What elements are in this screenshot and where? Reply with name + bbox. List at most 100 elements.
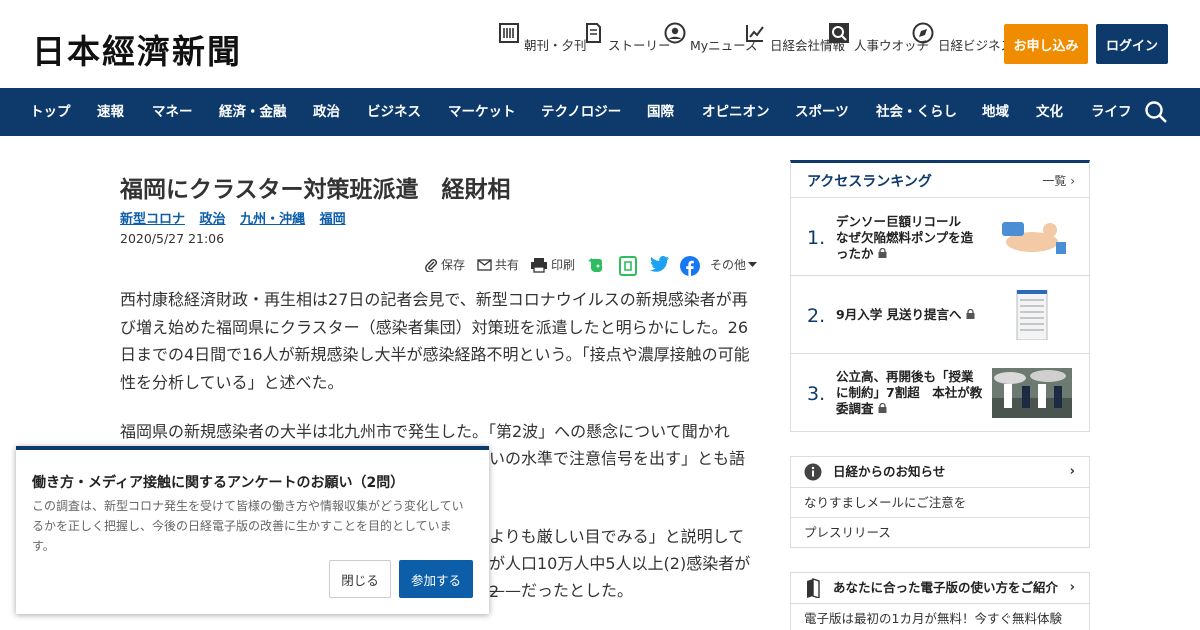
tag-link[interactable]: 政治 — [200, 212, 226, 227]
article-paragraph-fragment: ——だったとした。 — [489, 577, 759, 605]
print-icon — [531, 257, 547, 273]
share-button[interactable]: 共有 — [477, 256, 519, 273]
rank-title: 9月入学 見送り提言へ — [836, 307, 984, 323]
caret-down-icon — [748, 261, 758, 267]
ranking-heading: アクセスランキング — [807, 174, 932, 190]
lock-icon — [878, 247, 887, 258]
ranking-item[interactable]: 2. 9月入学 見送り提言へ — [791, 275, 1089, 353]
compass-icon — [912, 22, 934, 44]
login-button[interactable]: ログイン — [1096, 24, 1168, 64]
notice-link[interactable]: プレスリリース — [791, 517, 1089, 547]
notices-heading[interactable]: 日経からのお知らせ › — [791, 457, 1089, 487]
tag-link[interactable]: 新型コロナ — [120, 212, 185, 227]
nav-item-culture[interactable]: 文化 — [1036, 88, 1063, 136]
save-button[interactable]: 保存 — [424, 256, 465, 273]
nav-item-economy[interactable]: 経済・金融 — [219, 88, 287, 136]
nav-item-life[interactable]: ライフ — [1091, 88, 1132, 136]
facebook-button[interactable] — [680, 256, 700, 276]
newspaper-icon — [499, 23, 519, 43]
nav-item-opinion[interactable]: オピニオン — [702, 88, 770, 136]
chart-icon — [746, 25, 764, 42]
article-paragraph: 福岡県の新規感染者の大半は北九州市で発生した。「第2波」への懸念について聞かれ — [120, 422, 730, 441]
guide-heading[interactable]: あなたに合った電子版の使い方をご紹介 › — [791, 573, 1089, 603]
site-header: 日本經濟新聞 朝刊・夕刊 ストーリー Myニュース 日経会社情報 人事ウオッチ … — [0, 0, 1200, 88]
search-person-icon — [829, 23, 849, 43]
search-icon[interactable] — [1144, 100, 1168, 124]
survey-close-button[interactable]: 閉じる — [329, 560, 391, 598]
nav-item-international[interactable]: 国際 — [647, 88, 674, 136]
rank-thumbnail-image — [992, 212, 1072, 262]
tag-link[interactable]: 九州・沖縄 — [240, 212, 305, 227]
twitter-icon — [650, 256, 669, 272]
print-label: 印刷 — [551, 258, 576, 272]
chevron-right-icon: › — [1070, 174, 1075, 188]
nav-item-money[interactable]: マネー — [152, 88, 193, 136]
more-label: その他 — [710, 258, 747, 272]
chevron-right-icon: › — [1069, 464, 1075, 479]
nav-item-market[interactable]: マーケット — [448, 88, 516, 136]
article-title: 福岡にクラスター対策班派遣 経財相 — [120, 177, 511, 203]
tool-label: 朝刊・夕刊 — [523, 38, 587, 53]
rank-title-text: 9月入学 見送り提言へ — [836, 307, 962, 322]
site-logo[interactable]: 日本經濟新聞 — [32, 25, 242, 73]
tool-nikkei-business[interactable]: 日経ビジネス — [912, 22, 1013, 54]
main-nav: トップ 速報 マネー 経済・金融 政治 ビジネス マーケット テクノロジー 国際… — [0, 88, 1200, 136]
clip-button[interactable] — [619, 256, 637, 276]
nav-item-technology[interactable]: テクノロジー — [541, 88, 621, 136]
tool-story[interactable]: ストーリー — [582, 22, 671, 54]
survey-join-button[interactable]: 参加する — [399, 560, 473, 598]
survey-description: この調査は、新型コロナ発生を受けて皆様の働き方や情報収集がどう変化しているかを正… — [32, 499, 464, 553]
evernote-icon — [588, 258, 602, 272]
ranking-item[interactable]: 3. 公立高、再開後も「授業に制約」7割超 本社が教委調査 — [791, 353, 1089, 431]
apply-button[interactable]: お申し込み — [1004, 24, 1088, 64]
article-paragraph-fragment: いの水準で注意信号を出す」とも語 — [489, 449, 746, 468]
ranking-all-label: 一覧 — [1042, 174, 1067, 188]
save-label: 保存 — [441, 258, 466, 272]
tool-label: 日経ビジネス — [937, 38, 1013, 53]
rank-title-text: デンソー巨額リコール なぜ欠陥燃料ポンプを造ったか — [836, 214, 974, 261]
dash-glyph: —— — [489, 581, 521, 600]
article-paragraph: 西村康稔経済財政・再生相は27日の記者会見で、新型コロナウイルスの新規感染者が再… — [120, 290, 750, 392]
survey-title: 働き方・メディア接触に関するアンケートのお願い（2問） — [32, 475, 405, 491]
nav-item-politics[interactable]: 政治 — [313, 88, 340, 136]
more-share-button[interactable]: その他 — [710, 256, 758, 273]
lock-icon — [878, 402, 887, 413]
guide-heading-label: あなたに合った電子版の使い方をご紹介 — [833, 580, 1059, 595]
rank-number: 2. — [807, 305, 826, 327]
tool-paper-edition[interactable]: 朝刊・夕刊 — [498, 22, 587, 54]
notices-heading-label: 日経からのお知らせ — [833, 464, 946, 479]
ranking-item[interactable]: 1. デンソー巨額リコール なぜ欠陥燃料ポンプを造ったか — [791, 197, 1089, 275]
rank-number: 1. — [807, 227, 826, 249]
lock-icon — [966, 308, 975, 319]
clip-icon — [619, 256, 637, 276]
chevron-right-icon: › — [1069, 580, 1075, 595]
evernote-button[interactable] — [587, 256, 605, 274]
share-label: 共有 — [495, 258, 520, 272]
digital-guide: あなたに合った電子版の使い方をご紹介 › 電子版は最初の1カ月が無料！今すぐ無料… — [790, 572, 1090, 630]
nav-item-breaking[interactable]: 速報 — [97, 88, 124, 136]
guide-link[interactable]: 電子版は最初の1カ月が無料！今すぐ無料体験 — [791, 603, 1089, 630]
print-button[interactable]: 印刷 — [530, 256, 575, 273]
rank-thumbnail-image — [992, 368, 1072, 418]
info-icon — [804, 463, 822, 481]
nav-item-society[interactable]: 社会・くらし — [876, 88, 957, 136]
nav-item-region[interactable]: 地域 — [982, 88, 1009, 136]
nikkei-notices: 日経からのお知らせ › なりすましメールにご注意を プレスリリース — [790, 456, 1090, 548]
article-tags: 新型コロナ 政治 九州・沖縄 福岡 — [120, 208, 356, 227]
tag-link[interactable]: 福岡 — [320, 212, 346, 227]
story-icon — [586, 23, 601, 43]
rank-title-text: 公立高、再開後も「授業に制約」7割超 本社が教委調査 — [836, 369, 983, 416]
rank-title: デンソー巨額リコール なぜ欠陥燃料ポンプを造ったか — [836, 214, 984, 262]
access-ranking: アクセスランキング 一覧 › 1. デンソー巨額リコール なぜ欠陥燃料ポンプを造… — [790, 160, 1090, 432]
nav-item-business[interactable]: ビジネス — [367, 88, 421, 136]
nav-item-top[interactable]: トップ — [30, 88, 71, 136]
nav-item-sports[interactable]: スポーツ — [795, 88, 849, 136]
mail-icon — [477, 258, 492, 271]
article-date: 2020/5/27 21:06 — [120, 231, 225, 246]
survey-dialog: 働き方・メディア接触に関するアンケートのお願い（2問） この調査は、新型コロナ発… — [16, 446, 489, 614]
rank-title: 公立高、再開後も「授業に制約」7割超 本社が教委調査 — [836, 369, 984, 417]
ranking-all-link[interactable]: 一覧 › — [1042, 172, 1075, 189]
notice-link[interactable]: なりすましメールにご注意を — [791, 487, 1089, 517]
rank-number: 3. — [807, 383, 826, 405]
twitter-button[interactable] — [650, 256, 670, 273]
